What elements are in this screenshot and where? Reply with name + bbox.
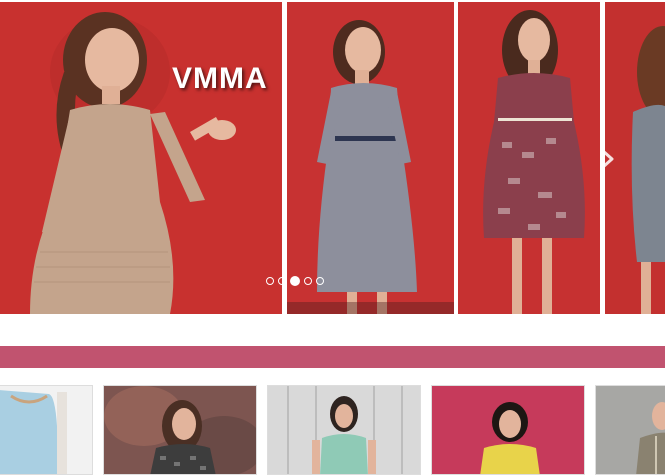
product-thumb-blue-dress[interactable] [0,385,93,475]
carousel-dot-1[interactable] [266,277,274,285]
carousel-pagination [266,276,324,286]
brand-logo-text: VMMA [172,62,268,95]
section-divider-bar [0,346,665,368]
carousel-dot-5[interactable] [316,277,324,285]
carousel-dot-3[interactable] [290,276,300,286]
product-thumb-patterned-dress[interactable] [103,385,257,475]
chevron-right-icon[interactable] [598,148,618,170]
product-thumbnail-row [0,385,665,475]
product-thumb-grey-jacket[interactable] [595,385,665,475]
banner-slide-beige-dress[interactable]: VMMA [0,2,282,314]
banner-slide-grey-dress[interactable] [287,2,454,314]
carousel-dot-2[interactable] [278,277,286,285]
hero-banner[interactable]: VMMA [0,0,665,316]
banner-slide-burgundy-print-dress[interactable] [458,2,600,314]
product-thumb-mint-dress[interactable] [267,385,421,475]
product-thumb-yellow-dress[interactable] [431,385,585,475]
carousel-dot-4[interactable] [304,277,312,285]
